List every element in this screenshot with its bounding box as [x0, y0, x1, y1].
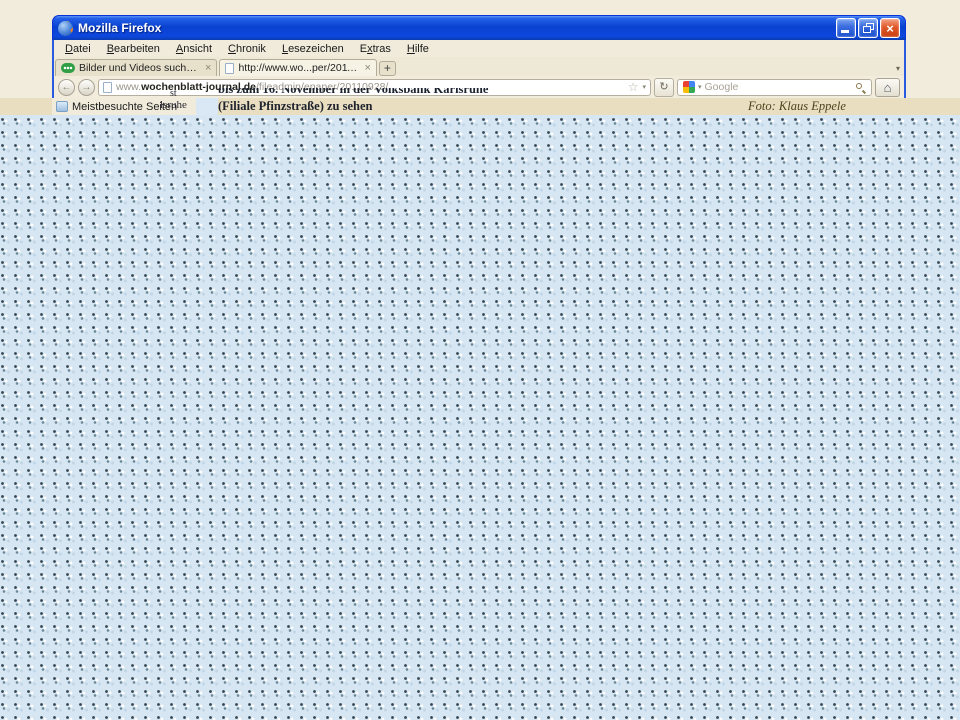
menu-lesezeichen[interactable]: Lesezeichen [274, 43, 352, 55]
menu-datei[interactable]: Datei [57, 43, 99, 55]
home-button[interactable]: ⌂ [875, 77, 900, 97]
page-favicon-icon [225, 62, 235, 74]
photo-credit: Foto: Klaus Eppele [748, 99, 846, 113]
menu-ansicht[interactable]: Ansicht [168, 43, 220, 55]
minimize-button[interactable] [836, 18, 856, 38]
close-button[interactable]: × [880, 18, 900, 38]
caption-line2: (Filiale Pfinzstraße) zu sehen [218, 99, 373, 113]
search-magnifier-icon[interactable] [855, 82, 867, 94]
search-bar[interactable]: ▾ [677, 78, 872, 96]
menu-chronik[interactable]: Chronik [220, 43, 274, 55]
forward-button[interactable]: → [78, 78, 95, 96]
firefox-window: Mozilla Firefox × Datei Bearbeiten Ansic… [52, 15, 906, 98]
list-all-tabs-icon[interactable]: ▾ [896, 64, 900, 73]
tab-close-icon[interactable]: × [205, 63, 211, 74]
new-tab-button[interactable]: + [378, 61, 396, 76]
tab-bilder-videos[interactable]: Bilder und Videos suchen: bis: ... × [55, 59, 218, 76]
menu-extras[interactable]: Extras [352, 43, 399, 55]
caption-line1-clipped: bis zum 16. November in der Volksbank Ka… [218, 88, 489, 96]
firefox-logo-icon [58, 20, 73, 36]
back-button[interactable]: ← [58, 78, 75, 96]
bookmark-star-icon[interactable]: ☆ [628, 80, 639, 94]
window-title: Mozilla Firefox [78, 21, 162, 35]
reload-button[interactable]: ↻ [654, 77, 674, 97]
site-favicon-icon [61, 63, 75, 73]
page-text-fragment: lsruhe [160, 99, 187, 111]
tab-close-icon[interactable]: × [364, 63, 370, 74]
page-text-fragment: st [170, 88, 177, 99]
close-icon: × [886, 21, 894, 36]
bookmark-dropdown-icon[interactable]: ▾ [642, 83, 646, 91]
site-identity-icon [103, 81, 112, 93]
restore-button[interactable] [858, 18, 878, 38]
tab-bar: Bilder und Videos suchen: bis: ... × htt… [54, 57, 904, 76]
google-engine-icon[interactable] [683, 81, 695, 93]
epaper-page-sliver: Meistbesuchte Seiten lsruhe (Filiale Pfi… [0, 98, 960, 115]
menu-hilfe[interactable]: Hilfe [399, 43, 437, 55]
page-column-gap [196, 98, 218, 115]
menu-bearbeiten[interactable]: Bearbeiten [99, 43, 168, 55]
window-titlebar: Mozilla Firefox × [52, 15, 906, 40]
slide-background: Mozilla Firefox × Datei Bearbeiten Ansic… [0, 0, 960, 720]
search-input[interactable] [704, 81, 852, 93]
most-visited-folder-icon [56, 101, 68, 112]
menu-bar: Datei Bearbeiten Ansicht Chronik Lesezei… [54, 40, 904, 57]
minimize-icon [841, 30, 849, 33]
tab-wochenblatt-epaper[interactable]: http://www.wo...per/20110928/ × [219, 59, 377, 76]
search-engine-dropdown-icon[interactable]: ▾ [698, 83, 702, 91]
